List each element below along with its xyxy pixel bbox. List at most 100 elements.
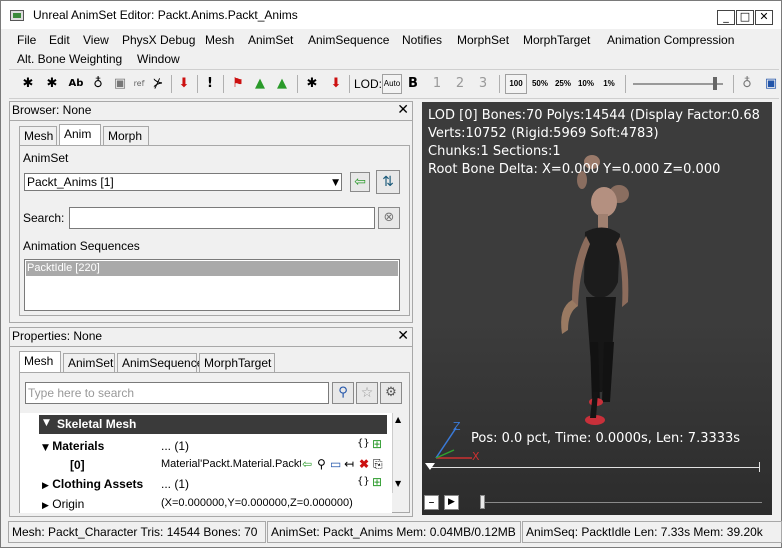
lod-base-button[interactable]: B <box>405 74 421 94</box>
viewport-verts-info: Verts:10752 (Rigid:5969 Soft:4783) <box>428 126 659 141</box>
triangle-icon[interactable]: ▲ <box>251 74 269 94</box>
menu-bar: File Edit View PhysX Debug Mesh AnimSet … <box>11 31 771 69</box>
property-row-clothing-assets[interactable]: ▶ Clothing Assets <box>42 477 143 491</box>
search-input[interactable] <box>69 207 375 229</box>
menu-physx-debug[interactable]: PhysX Debug <box>122 31 195 49</box>
property-scrollbar[interactable]: ▲ ▼ <box>392 413 405 493</box>
timeline-thumb[interactable] <box>480 495 485 509</box>
menu-notifies[interactable]: Notifies <box>402 31 442 49</box>
window-icon[interactable]: ▣ <box>763 74 779 94</box>
socket-icon[interactable]: ⬇ <box>175 74 193 94</box>
origin-value[interactable]: (X=0.000000,Y=0.000000,Z=0.000000) <box>161 497 353 509</box>
property-row-origin[interactable]: ▶ Origin <box>42 497 84 511</box>
scroll-up-icon[interactable]: ▲ <box>395 415 401 424</box>
property-row-materials[interactable]: ▼ Materials <box>42 439 104 453</box>
property-search-input[interactable]: Type here to search <box>25 382 329 404</box>
skeleton-icon[interactable]: ✱ <box>303 74 321 94</box>
viewport-scrub-marker[interactable] <box>425 463 435 470</box>
lod-auto-button[interactable]: Auto <box>382 74 402 94</box>
browser-header: Browser: None ✕ <box>12 102 409 118</box>
bulb-icon[interactable]: ♁ <box>739 74 755 94</box>
rate-100-button[interactable]: 100 <box>505 74 527 94</box>
filter-icon[interactable]: ⚙ <box>380 382 402 404</box>
insert-icon[interactable]: ↤ <box>344 457 354 471</box>
viewport-lod-info: LOD [0] Bones:70 Polys:14544 (Display Fa… <box>428 108 760 123</box>
array-icon[interactable]: {} <box>357 476 370 487</box>
rate-1-button[interactable]: 1% <box>598 74 620 94</box>
anim-set-editor-window: Unreal AnimSet Editor: Packt.Anims.Packt… <box>0 0 782 548</box>
duplicate-icon[interactable]: ⎘ <box>373 457 383 472</box>
save-icon[interactable]: ▣ <box>111 74 129 94</box>
title-bar: Unreal AnimSet Editor: Packt.Anims.Packt… <box>1 1 781 29</box>
close-button[interactable]: ✕ <box>755 10 773 25</box>
bone-names-icon[interactable]: ✱ <box>43 74 61 94</box>
maximize-button[interactable]: □ <box>736 10 754 25</box>
clear-search-icon[interactable]: ⊗ <box>378 207 400 229</box>
sync-browser-icon[interactable]: ⇅ <box>376 170 400 194</box>
delete-icon[interactable]: ✖ <box>359 457 369 471</box>
find-icon[interactable]: ⚲ <box>317 457 326 471</box>
add-item-icon[interactable]: ⊞ <box>372 475 382 489</box>
lod-1-button[interactable]: 1 <box>429 74 445 94</box>
flag-icon[interactable]: ⚑ <box>229 74 247 94</box>
use-selected-icon[interactable]: ⇦ <box>302 457 312 471</box>
menu-mesh[interactable]: Mesh <box>205 31 234 49</box>
lod-3-button[interactable]: 3 <box>475 74 491 94</box>
lod-2-button[interactable]: 2 <box>452 74 468 94</box>
tab-anim[interactable]: Anim <box>59 124 101 146</box>
menu-edit[interactable]: Edit <box>49 31 70 49</box>
browse-icon[interactable]: ▭ <box>330 457 341 471</box>
tab-morph[interactable]: Morph <box>103 126 149 146</box>
triangle-alert-icon[interactable]: ▲ <box>273 74 291 94</box>
sequences-label: Animation Sequences <box>23 239 140 253</box>
material-0-value[interactable]: Material'Packt.Material.Packt <box>161 458 301 470</box>
scroll-down-icon[interactable]: ▼ <box>395 479 401 488</box>
preview-viewport[interactable]: LOD [0] Bones:70 Polys:14544 (Display Fa… <box>422 102 772 515</box>
menu-animsequence[interactable]: AnimSequence <box>308 31 389 49</box>
bone-icon[interactable]: ✱ <box>19 74 37 94</box>
status-mesh: Mesh: Packt_Character Tris: 14544 Bones:… <box>8 521 266 543</box>
rate-25-button[interactable]: 25% <box>552 74 574 94</box>
timeline-slider[interactable] <box>480 495 762 509</box>
search-icon[interactable]: ⚲ <box>332 382 354 404</box>
category-skeletal-mesh[interactable]: ▼ Skeletal Mesh <box>39 415 387 434</box>
play-speed-thumb[interactable] <box>713 77 717 90</box>
play-speed-slider[interactable] <box>633 77 723 90</box>
array-icon[interactable]: {} <box>357 438 370 449</box>
viewport-scrub-bar[interactable] <box>425 462 760 472</box>
rate-50-button[interactable]: 50% <box>529 74 551 94</box>
browser-close-icon[interactable]: ✕ <box>397 102 409 118</box>
tab-mesh[interactable]: Mesh <box>19 351 61 373</box>
property-row-material-0[interactable]: [0] <box>70 458 85 472</box>
menu-window[interactable]: Window <box>137 50 180 68</box>
menu-file[interactable]: File <box>17 31 36 49</box>
property-tree: ▼ Skeletal Mesh ▼ Materials ... (1) {} ⊞… <box>20 413 392 513</box>
tab-animset[interactable]: AnimSet <box>63 353 115 373</box>
play-icon[interactable]: ▶ <box>444 495 459 510</box>
tab-animsequence[interactable]: AnimSequence <box>117 353 203 373</box>
menu-morphset[interactable]: MorphSet <box>457 31 509 49</box>
animset-combo[interactable]: Packt_Anims [1] ▼ <box>24 173 342 191</box>
tab-mesh[interactable]: Mesh <box>19 126 57 146</box>
menu-animation-compression[interactable]: Animation Compression <box>607 31 734 49</box>
back-arrow-icon[interactable]: ⇦ <box>350 172 370 192</box>
wind-icon[interactable]: ⊁ <box>149 74 167 94</box>
favorite-star-icon[interactable]: ☆ <box>356 382 378 404</box>
add-item-icon[interactable]: ⊞ <box>372 437 382 451</box>
alert-icon[interactable]: ! <box>201 74 219 94</box>
light-bulb-icon[interactable]: ♁ <box>89 74 107 94</box>
menu-animset[interactable]: AnimSet <box>248 31 293 49</box>
tab-morphtarget[interactable]: MorphTarget <box>199 353 275 373</box>
menu-morphtarget[interactable]: MorphTarget <box>523 31 590 49</box>
show-names-button[interactable]: Ab <box>67 74 85 94</box>
menu-view[interactable]: View <box>83 31 109 49</box>
list-item[interactable]: PacktIdle [220] <box>26 261 398 276</box>
properties-close-icon[interactable]: ✕ <box>397 328 409 344</box>
menu-alt-bone-weighting[interactable]: Alt. Bone Weighting <box>17 50 122 68</box>
loop-toggle-icon[interactable]: – <box>424 495 439 510</box>
rate-10-button[interactable]: 10% <box>575 74 597 94</box>
minimize-button[interactable]: _ <box>717 10 735 25</box>
window-title: Unreal AnimSet Editor: Packt.Anims.Packt… <box>33 8 298 22</box>
socket-down-icon[interactable]: ⬇ <box>327 74 345 94</box>
ref-pose-button[interactable]: ref <box>130 74 148 94</box>
